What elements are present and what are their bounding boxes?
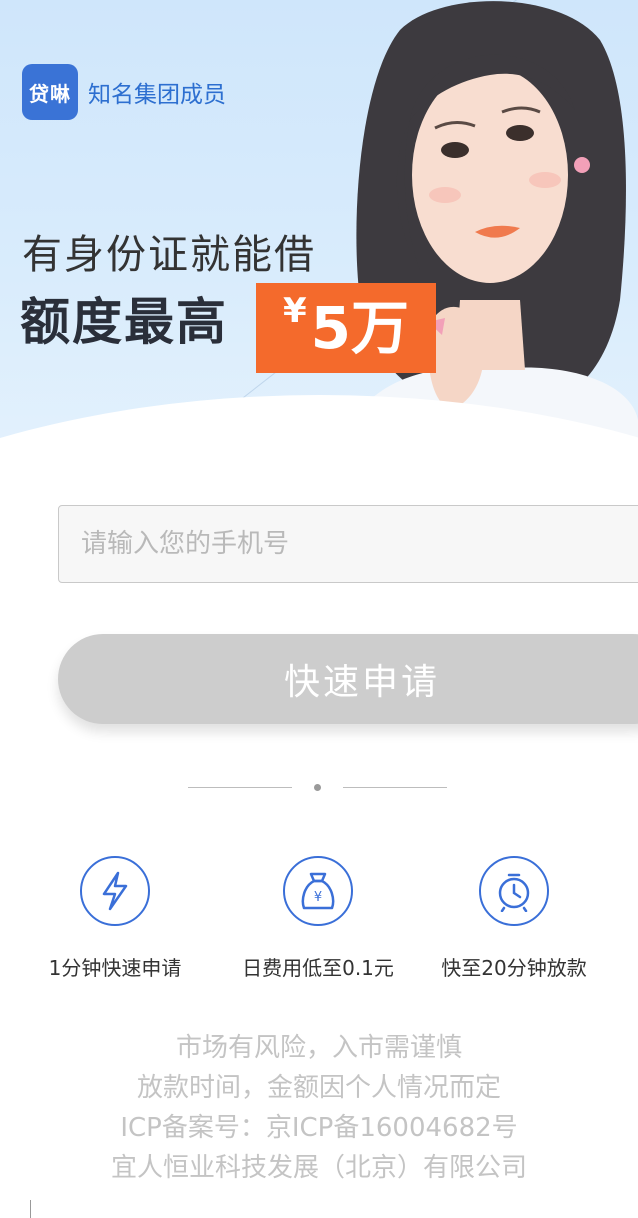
amount-currency: ¥ [282, 291, 307, 331]
feature-label: 1分钟快速申请 [48, 956, 182, 980]
lightning-icon [80, 856, 150, 926]
hero-subheadline: 额度最高 [20, 293, 228, 351]
feature-item: 1分钟快速申请 [15, 856, 215, 981]
divider-line-left [188, 787, 292, 788]
footer-line: ICP备案号：京ICP备16004682号 [120, 1113, 518, 1143]
alarm-clock-icon [479, 856, 549, 926]
feature-item: ¥ 日费用低至0.1元 [218, 856, 418, 981]
feature-label: 日费用低至0.1元 [242, 956, 394, 980]
text-cursor [30, 1200, 31, 1218]
page: 贷啉 知名集团成员 有身份证就能借 额度最高 ¥ 5万 快速申请 1分钟快速申请… [0, 0, 638, 1218]
feature-label: 快至20分钟放款 [441, 956, 587, 980]
footer-disclaimer: 市场有风险，入市需谨慎 放款时间，金额因个人情况而定 ICP备案号：京ICP备1… [0, 1028, 638, 1188]
hero-banner: 贷啉 知名集团成员 有身份证就能借 额度最高 ¥ 5万 [0, 0, 638, 460]
amount-badge: ¥ 5万 [256, 283, 436, 373]
money-bag-icon: ¥ [283, 856, 353, 926]
model-portrait-image [340, 1, 638, 455]
apply-button[interactable]: 快速申请 [58, 634, 638, 724]
svg-text:¥: ¥ [314, 890, 322, 905]
brand-logo: 贷啉 [22, 64, 78, 120]
brand-tagline: 知名集团成员 [88, 82, 226, 108]
feature-item: 快至20分钟放款 [414, 856, 614, 981]
footer-line: 放款时间，金额因个人情况而定 [136, 1073, 501, 1103]
divider-dot [314, 784, 321, 791]
divider-line-right [343, 787, 447, 788]
footer-line: 宜人恒业科技发展（北京）有限公司 [110, 1153, 527, 1183]
amount-value: 5万 [310, 294, 410, 362]
brand: 贷啉 知名集团成员 [22, 64, 226, 120]
footer-line: 市场有风险，入市需谨慎 [175, 1033, 462, 1063]
phone-input[interactable] [58, 505, 638, 583]
hero-headline: 有身份证就能借 [22, 232, 316, 278]
